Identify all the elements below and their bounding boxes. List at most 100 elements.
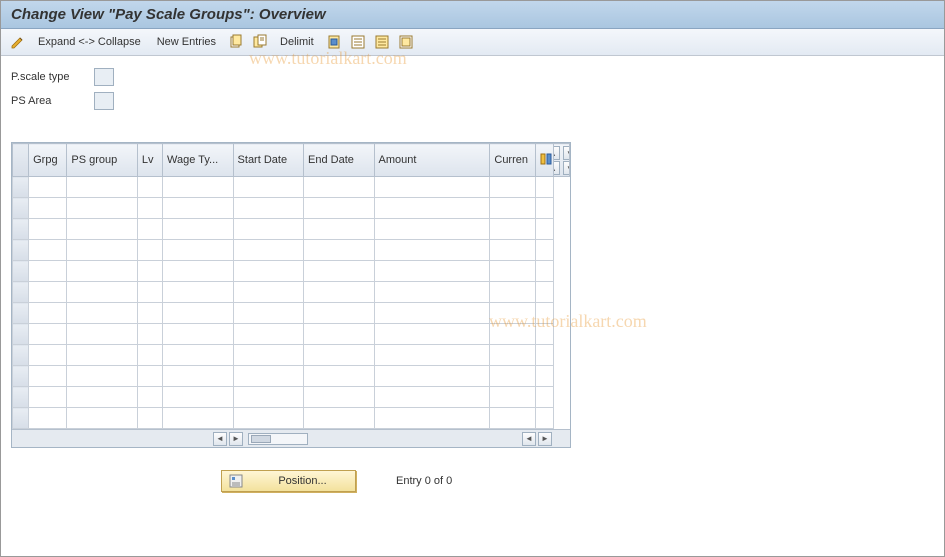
scroll-right-icon[interactable]: ►: [538, 432, 552, 446]
cell-grpg[interactable]: [29, 177, 67, 198]
table-row[interactable]: [13, 240, 570, 261]
cell-wagetype[interactable]: [163, 282, 234, 303]
cell-startdate[interactable]: [233, 303, 304, 324]
cell-wagetype[interactable]: [163, 366, 234, 387]
ps-area-input[interactable]: [94, 92, 114, 110]
row-selector[interactable]: [13, 219, 29, 240]
cell-psgroup[interactable]: [67, 366, 138, 387]
cell-curren[interactable]: [490, 366, 535, 387]
cell-enddate[interactable]: [304, 345, 375, 366]
delete-icon[interactable]: [325, 33, 343, 51]
cell-enddate[interactable]: [304, 219, 375, 240]
cell-grpg[interactable]: [29, 219, 67, 240]
expand-collapse-button[interactable]: Expand <-> Collapse: [33, 34, 146, 50]
cell-startdate[interactable]: [233, 240, 304, 261]
cell-startdate[interactable]: [233, 324, 304, 345]
cell-grpg[interactable]: [29, 408, 67, 429]
row-selector[interactable]: [13, 408, 29, 429]
cell-amount[interactable]: [374, 282, 490, 303]
cell-curren[interactable]: [490, 261, 535, 282]
cell-amount[interactable]: [374, 345, 490, 366]
cell-lv[interactable]: [137, 303, 162, 324]
cell-lv[interactable]: [137, 366, 162, 387]
cell-psgroup[interactable]: [67, 261, 138, 282]
cell-startdate[interactable]: [233, 366, 304, 387]
cell-grpg[interactable]: [29, 366, 67, 387]
cell-grpg[interactable]: [29, 261, 67, 282]
scroll-down-step-icon[interactable]: ▼: [563, 146, 570, 160]
cell-wagetype[interactable]: [163, 219, 234, 240]
row-selector[interactable]: [13, 261, 29, 282]
cell-amount[interactable]: [374, 408, 490, 429]
cell-amount[interactable]: [374, 177, 490, 198]
cell-lv[interactable]: [137, 261, 162, 282]
copy-as-icon[interactable]: [251, 33, 269, 51]
table-row[interactable]: [13, 177, 570, 198]
cell-psgroup[interactable]: [67, 198, 138, 219]
cell-psgroup[interactable]: [67, 177, 138, 198]
cell-lv[interactable]: [137, 408, 162, 429]
scroll-up-icon[interactable]: ▲: [553, 146, 560, 160]
cell-enddate[interactable]: [304, 303, 375, 324]
cell-lv[interactable]: [137, 240, 162, 261]
cell-psgroup[interactable]: [67, 240, 138, 261]
cell-lv[interactable]: [137, 345, 162, 366]
row-selector[interactable]: [13, 282, 29, 303]
cell-enddate[interactable]: [304, 177, 375, 198]
cell-grpg[interactable]: [29, 324, 67, 345]
cell-wagetype[interactable]: [163, 177, 234, 198]
position-button[interactable]: Position...: [221, 470, 356, 492]
cell-lv[interactable]: [137, 219, 162, 240]
cell-curren[interactable]: [490, 282, 535, 303]
table-row[interactable]: [13, 261, 570, 282]
hscroll-thumb[interactable]: [251, 435, 271, 443]
cell-enddate[interactable]: [304, 240, 375, 261]
scroll-up-step-icon[interactable]: ▲: [553, 161, 560, 175]
pscale-type-input[interactable]: [94, 68, 114, 86]
copy-icon[interactable]: [227, 33, 245, 51]
cell-psgroup[interactable]: [67, 345, 138, 366]
table-row[interactable]: [13, 366, 570, 387]
row-selector[interactable]: [13, 177, 29, 198]
cell-curren[interactable]: [490, 303, 535, 324]
cell-startdate[interactable]: [233, 177, 304, 198]
col-startdate[interactable]: Start Date: [233, 144, 304, 177]
cell-startdate[interactable]: [233, 408, 304, 429]
cell-lv[interactable]: [137, 324, 162, 345]
cell-enddate[interactable]: [304, 261, 375, 282]
cell-startdate[interactable]: [233, 219, 304, 240]
cell-startdate[interactable]: [233, 261, 304, 282]
cell-wagetype[interactable]: [163, 261, 234, 282]
cell-startdate[interactable]: [233, 387, 304, 408]
cell-wagetype[interactable]: [163, 198, 234, 219]
cell-grpg[interactable]: [29, 282, 67, 303]
cell-wagetype[interactable]: [163, 303, 234, 324]
cell-amount[interactable]: [374, 366, 490, 387]
table-config-icon[interactable]: [535, 144, 553, 177]
cell-enddate[interactable]: [304, 408, 375, 429]
cell-amount[interactable]: [374, 387, 490, 408]
cell-psgroup[interactable]: [67, 324, 138, 345]
cell-curren[interactable]: [490, 219, 535, 240]
col-wagetype[interactable]: Wage Ty...: [163, 144, 234, 177]
cell-wagetype[interactable]: [163, 408, 234, 429]
col-lv[interactable]: Lv: [137, 144, 162, 177]
select-all-icon[interactable]: [349, 33, 367, 51]
col-grpg[interactable]: Grpg: [29, 144, 67, 177]
col-psgroup[interactable]: PS group: [67, 144, 138, 177]
cell-enddate[interactable]: [304, 282, 375, 303]
hscroll-track[interactable]: [248, 433, 308, 445]
scroll-right-step-icon[interactable]: ►: [229, 432, 243, 446]
vertical-scrollbar[interactable]: ▲ ▼ ▲ ▼: [553, 144, 569, 177]
cell-startdate[interactable]: [233, 198, 304, 219]
row-selector[interactable]: [13, 366, 29, 387]
col-amount[interactable]: Amount: [374, 144, 490, 177]
cell-lv[interactable]: [137, 282, 162, 303]
row-selector-header[interactable]: [13, 144, 29, 177]
cell-enddate[interactable]: [304, 366, 375, 387]
col-curren[interactable]: Curren: [490, 144, 535, 177]
cell-wagetype[interactable]: [163, 324, 234, 345]
horizontal-scrollbar[interactable]: ◄ ► ◄ ►: [12, 429, 570, 447]
cell-grpg[interactable]: [29, 303, 67, 324]
cell-curren[interactable]: [490, 177, 535, 198]
